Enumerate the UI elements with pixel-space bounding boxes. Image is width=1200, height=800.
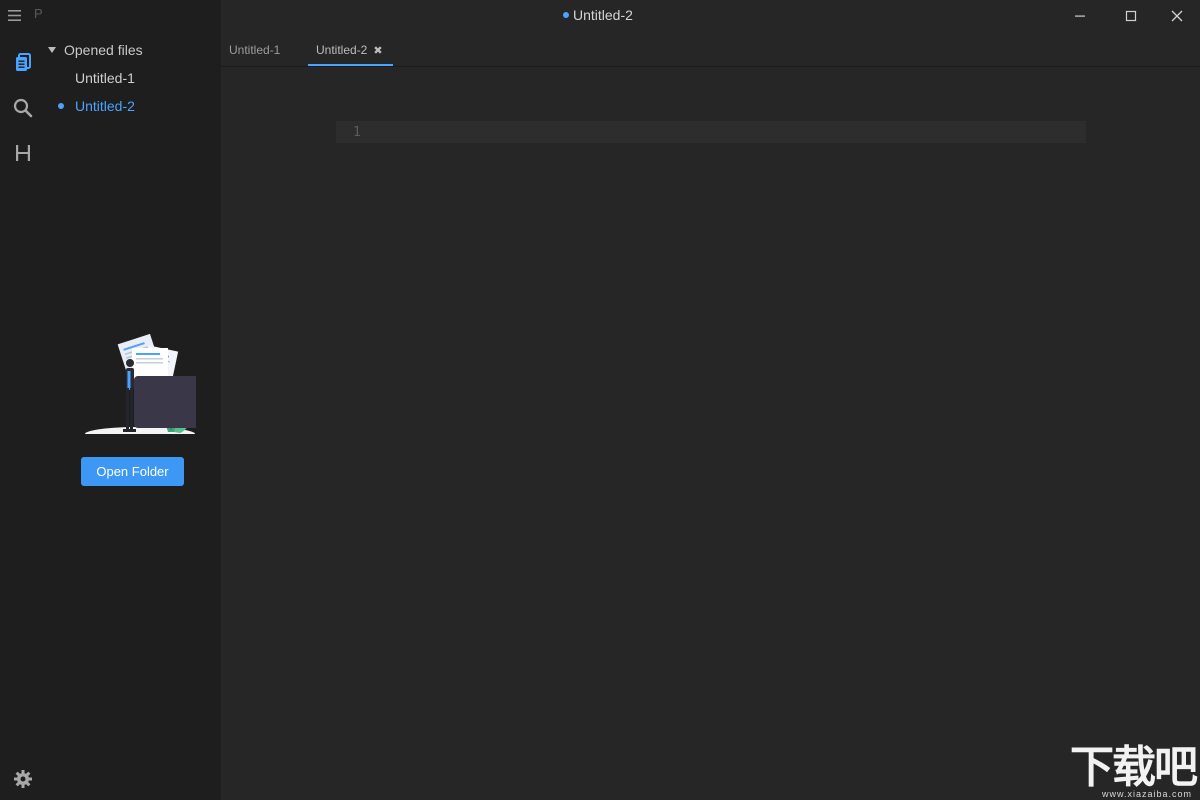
search-icon — [13, 98, 32, 118]
files-icon — [15, 53, 31, 71]
sidebar: Opened files Untitled-1 Untitled-2 Open … — [45, 0, 221, 800]
activity-bar — [0, 0, 45, 800]
settings-button[interactable] — [12, 768, 34, 790]
tab-bar: Untitled-1 Untitled-2 ✖ — [221, 34, 1200, 67]
watermark-logo: 下载吧 www.xiazaiba.com — [1060, 742, 1200, 800]
open-folder-button[interactable]: Open Folder — [81, 457, 184, 486]
close-icon — [1171, 10, 1183, 22]
window-title: Untitled-2 — [563, 7, 633, 23]
file-item-label: Untitled-2 — [75, 98, 135, 114]
close-icon[interactable]: ✖ — [373, 44, 382, 57]
search-view-button[interactable] — [0, 95, 45, 121]
files-view-button[interactable] — [0, 50, 45, 76]
watermark-url: www.xiazaiba.com — [1101, 789, 1192, 799]
window-title-text: Untitled-2 — [573, 7, 633, 23]
chevron-down-icon — [48, 47, 56, 53]
tab-untitled-1[interactable]: Untitled-1 — [229, 34, 280, 66]
gear-icon — [14, 770, 32, 788]
unsaved-dot-icon — [58, 103, 64, 109]
maximize-icon — [1125, 10, 1137, 22]
close-window-button[interactable] — [1164, 4, 1190, 28]
file-item-untitled-1[interactable]: Untitled-1 — [45, 66, 215, 90]
heading-icon — [15, 145, 30, 161]
watermark-text: 下载吧 — [1070, 742, 1198, 793]
editor-line[interactable]: 1 — [336, 121, 1086, 143]
opened-files-title: Opened files — [64, 42, 143, 58]
minimize-icon — [1075, 15, 1085, 17]
tab-label: Untitled-2 — [316, 43, 368, 57]
editor-area[interactable]: 1 — [221, 67, 1200, 800]
line-number: 1 — [353, 124, 361, 140]
empty-folder-illustration — [85, 333, 196, 440]
minimize-button[interactable] — [1067, 4, 1093, 28]
maximize-button[interactable] — [1118, 4, 1144, 28]
file-item-label: Untitled-1 — [75, 70, 135, 86]
tab-label: Untitled-1 — [229, 43, 281, 57]
menu-button[interactable] — [8, 5, 26, 25]
tab-untitled-2[interactable]: Untitled-2 ✖ — [308, 34, 393, 66]
unsaved-dot-icon — [563, 12, 569, 18]
opened-files-header[interactable]: Opened files — [47, 40, 143, 60]
menu-icon — [8, 9, 21, 21]
title-bar: Untitled-2 — [221, 0, 1200, 32]
outline-view-button[interactable] — [0, 140, 45, 166]
file-item-untitled-2[interactable]: Untitled-2 — [45, 94, 215, 118]
